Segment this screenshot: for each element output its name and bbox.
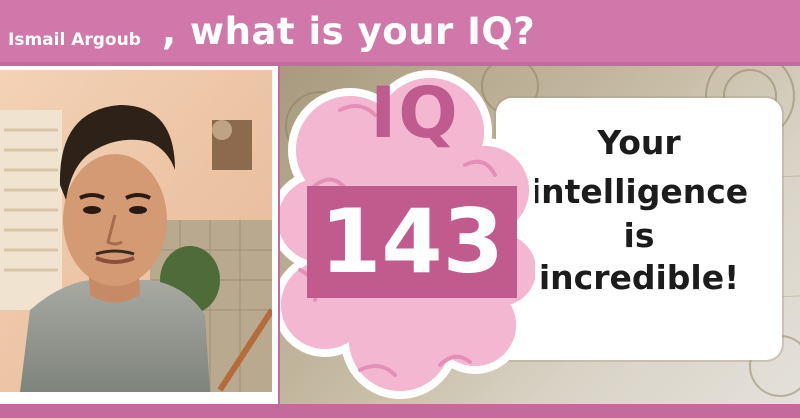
message-line-4: incredible!	[538, 258, 740, 297]
iq-result-card: Ismail Argoub , what is your IQ? Your in…	[0, 0, 800, 418]
profile-photo	[0, 70, 272, 392]
iq-score: 143	[320, 190, 504, 293]
user-name: Ismail Argoub	[8, 30, 141, 50]
iq-label: IQ	[370, 72, 460, 154]
message-line-1: Your	[597, 123, 681, 162]
question-title: , what is your IQ?	[162, 10, 536, 53]
message-line-2: intelligence	[529, 172, 749, 211]
bottom-bar	[0, 404, 800, 418]
message-line-3: is	[623, 216, 655, 255]
